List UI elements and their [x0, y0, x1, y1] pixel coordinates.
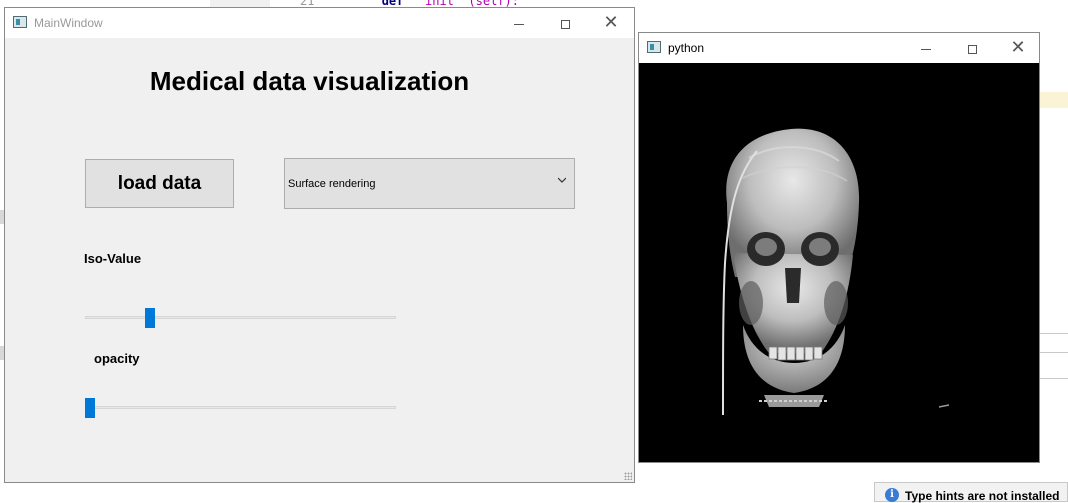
- slider-groove: [85, 316, 396, 319]
- maximize-button[interactable]: [949, 33, 995, 63]
- iso-value-slider[interactable]: [85, 308, 396, 328]
- render-mode-select[interactable]: Surface rendering: [284, 158, 575, 209]
- maximize-button[interactable]: [542, 8, 588, 38]
- close-icon: ✕: [603, 12, 619, 33]
- render-viewport[interactable]: [639, 63, 1039, 462]
- iso-value-label: Iso-Value: [84, 251, 142, 266]
- close-icon: ✕: [1010, 37, 1026, 58]
- close-button[interactable]: ✕: [588, 8, 634, 38]
- window-title: python: [668, 41, 705, 55]
- minimize-button[interactable]: [903, 33, 949, 63]
- skull-render: [722, 128, 950, 416]
- slider-thumb[interactable]: [85, 398, 95, 418]
- slider-thumb[interactable]: [145, 308, 155, 328]
- chevron-down-icon: [558, 177, 566, 183]
- title-bar[interactable]: MainWindow ✕: [5, 8, 634, 38]
- render-mode-value: Surface rendering: [288, 178, 376, 190]
- title-bar[interactable]: python ✕: [639, 33, 1039, 63]
- close-button[interactable]: ✕: [995, 33, 1041, 63]
- opacity-label: opacity: [94, 351, 140, 366]
- minimize-icon: [921, 48, 931, 50]
- editor-divider: [1040, 378, 1068, 379]
- opacity-slider[interactable]: [85, 398, 396, 418]
- load-data-button[interactable]: load data: [85, 159, 234, 208]
- minimize-button[interactable]: [496, 8, 542, 38]
- slider-groove: [85, 406, 396, 409]
- python-window: python ✕: [638, 32, 1040, 463]
- page-title: Medical data visualization: [149, 66, 470, 96]
- editor-divider: [1040, 333, 1068, 334]
- editor-highlight: [1040, 92, 1068, 108]
- window-title: MainWindow: [34, 16, 103, 30]
- notification-text: Type hints are not installed: [905, 489, 1060, 503]
- resize-grip[interactable]: [624, 472, 632, 480]
- editor-divider: [1040, 352, 1068, 353]
- app-icon: [647, 41, 661, 53]
- main-window: MainWindow ✕ Medical data visualization …: [4, 7, 635, 483]
- maximize-icon: [967, 44, 977, 54]
- app-icon: [13, 16, 27, 28]
- maximize-icon: [560, 19, 570, 29]
- notification-toast[interactable]: i Type hints are not installed: [874, 482, 1068, 503]
- minimize-icon: [514, 23, 524, 25]
